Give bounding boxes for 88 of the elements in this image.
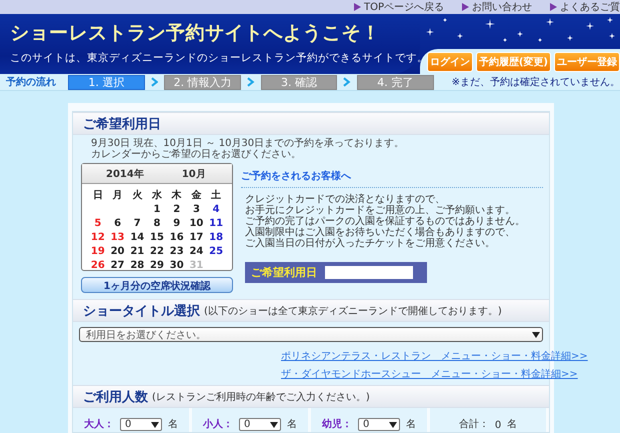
weekday-label: 木 [170,190,183,202]
calendar-day[interactable]: 21 [127,246,148,258]
detail-link[interactable]: ポリネシアンテラス・レストラン メニュー・ショー・料金詳細>> [281,349,588,363]
triangle-icon [550,3,557,11]
calendar-day[interactable]: 9 [166,218,187,230]
section-title: ご希望利用日 [83,116,161,132]
weekday-label: 火 [131,190,144,202]
calendar-day[interactable]: 20 [108,246,128,258]
calendar-day[interactable]: 25 [206,246,226,258]
calendar-day[interactable]: 8 [147,218,167,230]
note-text: 9月30日 現在、10月1日 ～ 10月30日までの予約を承っております。 [90,138,406,149]
section-note: (以下のショーは全て東京ディズニーランドで開催しております。) [204,304,502,318]
show-select[interactable]: 利用日をお選びください。 [79,327,543,342]
chevron-icon [150,77,158,87]
date-input[interactable] [325,266,413,279]
caret-icon [151,422,159,428]
site-subtitle: このサイトは、東京ディズニーランドのショーレストラン予約ができるサイトです。 [10,52,428,65]
step-indicator: 2. 情報入力 [164,74,241,90]
calendar-month: 10月 [182,168,206,180]
notice-text: ※まだ、予約は確定されていません。 [452,76,620,89]
calendar-day[interactable]: 27 [108,260,128,272]
weekday-label: 日 [92,190,104,202]
caret-icon [532,332,540,338]
calendar-day[interactable]: 26 [88,260,108,272]
calendar-day[interactable]: 16 [166,232,187,244]
calendar-day[interactable]: 17 [186,232,206,244]
calendar-day[interactable]: 13 [108,232,128,244]
weekday-label: 水 [150,190,163,202]
nav-link[interactable]: お問い合わせ [462,0,532,14]
calendar-day[interactable]: 10 [186,218,206,230]
nav-link[interactable]: TOPページへ戻る [354,0,444,14]
calendar-day[interactable]: 5 [88,218,108,230]
calendar-day[interactable]: 3 [186,204,206,216]
date-field-label: ご希望利用日 [251,265,317,280]
calendar-day[interactable]: 18 [206,232,226,244]
calendar-day[interactable]: 12 [88,232,108,244]
calendar-day: 31 [186,260,206,272]
count-label: 大人： [84,418,114,431]
calendar-day[interactable]: 14 [127,232,148,244]
weekday-label: 金 [190,190,202,202]
count-select[interactable]: 0 [358,418,400,431]
site-title: ショーレストラン予約サイトへようこそ！ [10,21,382,46]
step-indicator: 1. 選択 [68,74,145,90]
unit-label: 名 [168,418,178,431]
detail-link[interactable]: ザ・ダイヤモンドホースシュー メニュー・ショー・料金詳細>> [281,367,578,381]
calendar-day[interactable]: 6 [108,218,128,230]
calendar-day[interactable]: 7 [127,218,148,230]
section-title: ショータイトル選択 [83,302,200,320]
availability-button[interactable]: 1ヶ月分の空席状況確認 [81,277,233,293]
count-label: 幼児： [322,418,352,431]
count-label: 小人： [203,418,233,431]
step-indicator: 4. 完了 [356,74,434,90]
unit-label: 名 [406,418,416,431]
info-text: クレジットカードでの決済となりますので、 お手元にクレジットカードをご用意の上、ご予約願います。 ご予約の完了はパークの入園を保証するものではありません。 入園制限中はご入園をお待ちいただく場合もありますので、 ご入園当日の日付が入ったチケットをご用意ください。 [244,194,526,249]
calendar-day[interactable]: 11 [206,218,226,230]
calendar-year: 2014年 [106,168,144,180]
note-text: カレンダーからご希望の日をお選びください。 [90,149,302,160]
info-title: ご予約をされるお客様へ [241,169,543,188]
chevron-icon [246,77,255,87]
section-title: ご利用人数 [83,388,148,406]
count-select[interactable]: 0 [120,418,162,431]
nav-link[interactable]: よくあるご質 [550,0,620,14]
total-label: 合計： [458,418,489,431]
triangle-icon [354,3,361,11]
count-select[interactable]: 0 [239,418,281,431]
chevron-icon [343,77,351,87]
calendar-day[interactable]: 28 [127,260,148,272]
calendar-day[interactable]: 22 [147,246,167,258]
calendar-day[interactable]: 1 [147,204,167,216]
calendar-day[interactable]: 24 [186,246,206,258]
calendar-day[interactable]: 19 [88,246,108,258]
flow-label: 予約の流れ [6,75,56,89]
unit-label: 名 [507,418,518,431]
caret-icon [389,422,397,428]
total-value: 0 [494,420,502,431]
caret-icon [270,422,278,428]
calendar-day[interactable]: 4 [206,204,226,216]
step-indicator: 3. 確認 [260,74,338,90]
calendar-day[interactable]: 30 [166,260,187,272]
calendar-day[interactable]: 29 [147,260,167,272]
triangle-icon [462,3,469,11]
weekday-label: 月 [112,190,124,202]
weekday-label: 土 [210,190,222,202]
section-note: (レストランご利用時の年齢でご入力ください。) [152,390,370,404]
unit-label: 名 [287,418,297,431]
calendar-day[interactable]: 23 [166,246,187,258]
calendar-day[interactable]: 15 [147,232,167,244]
calendar-day[interactable]: 2 [166,204,187,216]
